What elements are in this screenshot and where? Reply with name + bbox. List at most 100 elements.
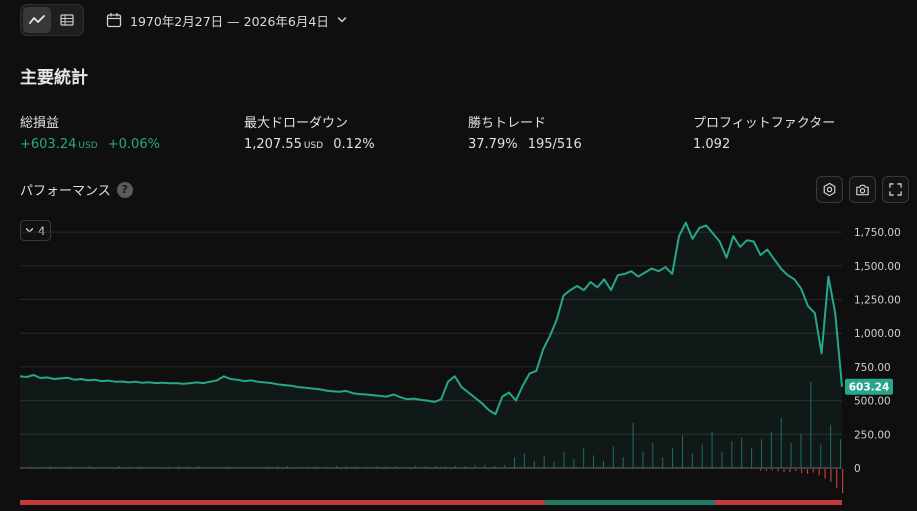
volume-bar-negative <box>765 469 768 471</box>
volume-bar-positive <box>128 466 130 468</box>
volume-bar-negative <box>771 469 773 471</box>
volume-bar-positive <box>514 457 516 468</box>
performance-header: パフォーマンス ? <box>20 180 133 199</box>
volume-bar-positive <box>118 466 120 468</box>
settings-icon <box>823 182 836 197</box>
volume-bar-positive <box>612 446 614 468</box>
view-toggle <box>20 4 84 36</box>
key-stats-title: 主要統計 <box>20 68 88 88</box>
volume-bar-negative <box>812 469 814 473</box>
stat-winning-trades: 勝ちトレード 37.79% 195/516 <box>468 112 582 152</box>
y-tick-label: 1,750.00 <box>854 227 901 239</box>
bottom-strip-segment <box>545 500 715 505</box>
volume-bar-positive <box>197 466 199 468</box>
volume-bar-positive <box>158 466 160 468</box>
line-view-button[interactable] <box>23 7 51 33</box>
table-icon <box>60 14 74 26</box>
volume-bar-positive <box>435 466 436 468</box>
volume-bar-positive <box>247 466 249 468</box>
fullscreen-button[interactable] <box>882 176 909 203</box>
volume-bar-positive <box>59 466 61 468</box>
volume-bar-positive <box>563 451 565 468</box>
volume-bar-negative <box>801 469 803 473</box>
volume-bar-positive <box>425 466 427 468</box>
volume-bar-positive <box>444 466 446 468</box>
volume-bar-positive <box>652 442 654 468</box>
screenshot-button[interactable] <box>849 176 876 203</box>
currency-unit: USD <box>78 141 98 151</box>
currency-unit: USD <box>303 141 324 151</box>
date-range-picker[interactable]: 1970年2月27日 — 2026年6月4日 <box>106 11 347 30</box>
volume-bar-positive <box>69 466 71 468</box>
settings-button[interactable] <box>816 176 843 203</box>
profit-factor-value: 1.092 <box>693 137 731 152</box>
volume-bar-positive <box>840 439 841 468</box>
volume-bar-positive <box>780 417 782 468</box>
line-chart-icon <box>29 15 45 24</box>
volume-bar-positive <box>276 466 278 468</box>
y-tick-label: 1,000.00 <box>854 328 901 340</box>
camera-icon <box>856 184 869 195</box>
net-profit-percent: +0.06% <box>107 137 160 152</box>
equity-area <box>20 222 842 468</box>
volume-bar-positive <box>642 451 644 468</box>
volume-bar-negative <box>789 469 791 473</box>
volume-bar-negative <box>824 469 826 479</box>
volume-bar-positive <box>593 455 595 468</box>
volume-bar-positive <box>494 465 496 468</box>
volume-bar-positive <box>751 448 753 468</box>
volume-bar-negative <box>842 469 844 493</box>
volume-bar-positive <box>385 466 387 468</box>
volume-bar-positive <box>168 466 170 468</box>
stat-value: 1.092 <box>693 137 835 152</box>
volume-bar-positive <box>355 466 357 468</box>
volume-bar-positive <box>820 444 822 468</box>
volume-bar-positive <box>237 466 239 468</box>
net-profit-value: +603.24 <box>20 137 77 152</box>
volume-bar-positive <box>109 466 111 468</box>
chevron-down-icon <box>337 17 347 23</box>
stat-label: 勝ちトレード <box>468 116 547 131</box>
volume-bar-positive <box>721 451 723 468</box>
max-drawdown-value: 1,207.55 <box>244 137 302 152</box>
volume-bar-positive <box>810 381 812 468</box>
volume-bar-positive <box>800 433 802 468</box>
volume-bar-positive <box>39 466 41 468</box>
volume-bar-positive <box>296 466 298 468</box>
y-tick-label: 250.00 <box>854 429 891 441</box>
volume-bar-positive <box>30 466 31 468</box>
volume-bar-positive <box>573 459 575 468</box>
y-tick-label: 0 <box>854 463 861 475</box>
stat-value: 37.79% 195/516 <box>468 137 582 152</box>
y-tick-label: 750.00 <box>854 362 891 374</box>
volume-bar-positive <box>188 466 190 468</box>
volume-bar-positive <box>415 465 417 468</box>
volume-bar-positive <box>830 424 832 468</box>
y-tick-label: 1,250.00 <box>854 295 901 307</box>
volume-bar-positive <box>790 442 792 468</box>
win-rate-value: 37.79% <box>468 137 518 152</box>
volume-bar-positive <box>484 465 486 468</box>
table-view-button[interactable] <box>53 7 81 33</box>
volume-bar-positive <box>691 453 693 468</box>
volume-bar-positive <box>464 466 466 468</box>
volume-bar-positive <box>267 466 269 468</box>
stat-max-drawdown: 最大ドローダウン 1,207.55 USD 0.12% <box>244 112 375 152</box>
volume-bar-positive <box>405 466 407 468</box>
volume-bar-positive <box>760 439 762 468</box>
volume-bar-negative <box>836 469 838 489</box>
volume-bar-negative <box>830 469 832 482</box>
performance-chart: 1,750.00 1,500.00 1,250.00 1,000.00 750.00 50… <box>19 221 901 505</box>
volume-bar-positive <box>49 466 51 468</box>
volume-bar-positive <box>583 448 585 468</box>
volume-bar-positive <box>741 437 743 468</box>
volume-bar-positive <box>731 441 733 468</box>
help-icon[interactable]: ? <box>116 181 133 198</box>
volume-bar-positive <box>138 466 140 468</box>
volume-bar-positive <box>533 460 535 468</box>
toolbar: 1970年2月27日 — 2026年6月4日 <box>20 4 347 36</box>
volume-bar-positive <box>207 466 209 468</box>
volume-bar-positive <box>662 457 664 468</box>
volume-bar-positive <box>632 423 634 468</box>
volume-bar-positive <box>602 460 604 468</box>
